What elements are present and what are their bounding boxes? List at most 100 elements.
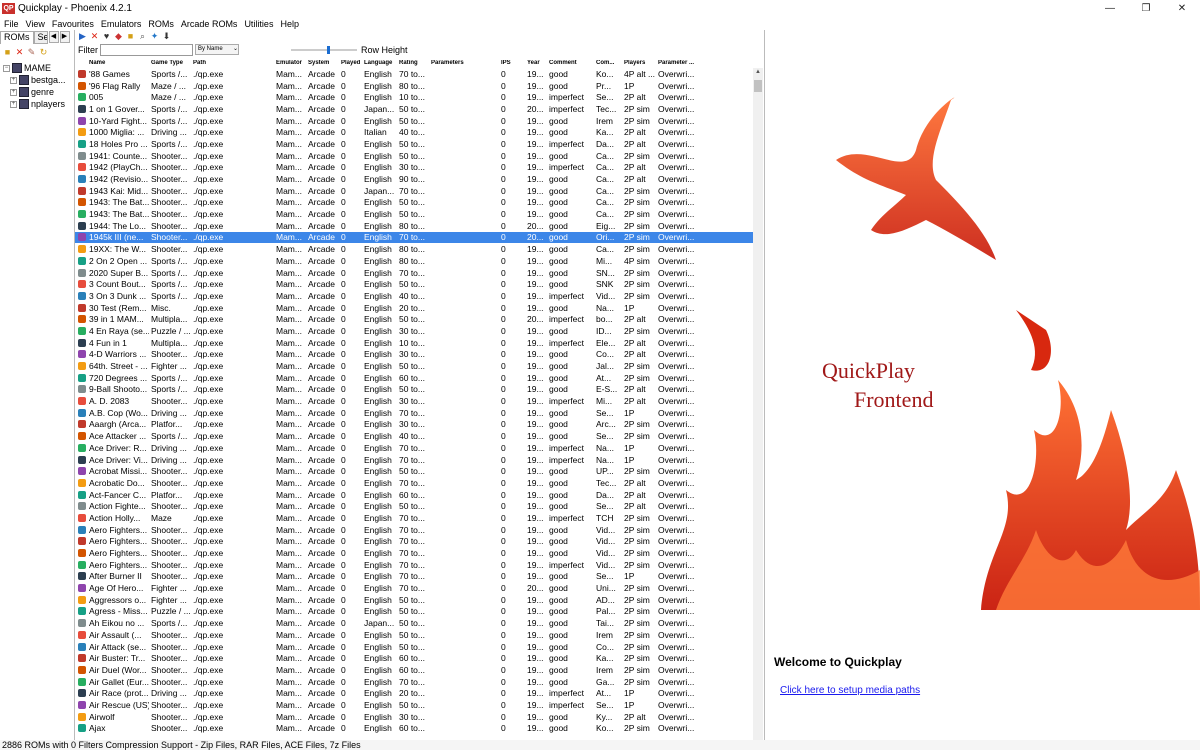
table-row[interactable]: 1943: The Bat... Shooter... ./qp.exe Mam...…	[75, 208, 755, 220]
table-row[interactable]: 18 Holes Pro ... Sports /... ./qp.exe Mam..…	[75, 138, 755, 150]
table-row-selected[interactable]: 1945k III (ne... Shooter... ./qp.exe Mam...…	[75, 231, 755, 244]
scroll-thumb[interactable]	[754, 80, 762, 92]
table-row[interactable]: 4 Fun in 1 Multipla... ./qp.exe Mam... Arcad…	[75, 337, 755, 349]
table-row[interactable]: Acrobatic Do... Shooter... ./qp.exe Mam... A…	[75, 477, 755, 489]
column-header[interactable]: Name	[87, 60, 149, 66]
table-row[interactable]: Age Of Hero... Fighter ... ./qp.exe Mam... A…	[75, 582, 755, 594]
column-header[interactable]: Year	[525, 60, 547, 66]
menu-favourites[interactable]: Favourites	[49, 19, 97, 29]
table-row[interactable]: Action Holly... Maze ./qp.exe Mam... Arcade 0…	[75, 512, 755, 524]
column-header[interactable]: Game Type	[149, 60, 191, 66]
delete-icon[interactable]: ✕	[15, 47, 24, 57]
column-header[interactable]: Parameter ...	[656, 60, 702, 66]
stop-icon[interactable]: ✕	[90, 31, 99, 41]
tab-scroll-right-icon[interactable]: ▶	[59, 31, 70, 43]
table-row[interactable]: Air Gallet (Eur... Shooter... ./qp.exe Mam.…	[75, 676, 755, 688]
expander-icon[interactable]: +	[10, 88, 17, 96]
table-row[interactable]: 9-Ball Shooto... Sports /... ./qp.exe Mam..…	[75, 384, 755, 396]
table-row[interactable]: 1 on 1 Gover... Sports /... ./qp.exe Mam...…	[75, 103, 755, 115]
table-row[interactable]: Air Rescue (US) Shooter... ./qp.exe Mam... A…	[75, 699, 755, 711]
table-row[interactable]: 1942 (PlayCh... Shooter... ./qp.exe Mam... A…	[75, 162, 755, 174]
play-icon[interactable]: ▶	[78, 31, 87, 41]
table-row[interactable]: Ace Attacker ... Sports /... ./qp.exe Mam..…	[75, 430, 755, 442]
row-height-slider[interactable]	[291, 45, 357, 54]
table-row[interactable]: 3 On 3 Dunk ... Sports /... ./qp.exe Mam...…	[75, 290, 755, 302]
menu-roms[interactable]: ROMs	[145, 19, 177, 29]
table-row[interactable]: 4-D Warriors ... Shooter... ./qp.exe Mam...…	[75, 349, 755, 361]
table-row[interactable]: 2 On 2 Open ... Sports /... ./qp.exe Mam...…	[75, 255, 755, 267]
column-header[interactable]: Players	[622, 60, 656, 66]
column-header[interactable]: Parameters	[429, 60, 499, 66]
table-row[interactable]: Ace Driver: Vi... Driving ... ./qp.exe Mam.…	[75, 454, 755, 466]
table-row[interactable]: Air Race (prot... Driving ... ./qp.exe Mam.…	[75, 687, 755, 699]
table-row[interactable]: 64th. Street - ... Fighter ... ./qp.exe Mam…	[75, 360, 755, 372]
table-row[interactable]: Airwolf Shooter... ./qp.exe Mam... Arcade 0 En…	[75, 711, 755, 723]
menu-utilities[interactable]: Utilities	[241, 19, 276, 29]
column-header[interactable]: Com...	[594, 60, 622, 66]
sort-select[interactable]: By Name ⌄	[195, 44, 239, 55]
scroll-up-icon[interactable]: ▲	[753, 68, 763, 77]
bird-icon[interactable]: ✦	[150, 31, 159, 41]
table-row[interactable]: Aero Fighters... Shooter... ./qp.exe Mam...…	[75, 536, 755, 548]
table-row[interactable]: 2020 Super B... Sports /... ./qp.exe Mam...…	[75, 267, 755, 279]
table-row[interactable]: A.B. Cop (Wo... Driving ... ./qp.exe Mam...…	[75, 407, 755, 419]
menu-help[interactable]: Help	[277, 19, 302, 29]
table-row[interactable]: Aero Fighters... Shooter... ./qp.exe Mam...…	[75, 547, 755, 559]
table-row[interactable]: Acrobat Missi... Shooter... ./qp.exe Mam...…	[75, 465, 755, 477]
table-row[interactable]: Aero Fighters... Shooter... ./qp.exe Mam...…	[75, 559, 755, 571]
table-row[interactable]: Aggressors o... Fighter ... ./qp.exe Mam...…	[75, 594, 755, 606]
table-row[interactable]: '88 Games Sports /... ./qp.exe Mam... Arcade…	[75, 68, 755, 80]
tree-node[interactable]: + bestga...	[0, 74, 74, 86]
vertical-scrollbar[interactable]: ▲	[753, 68, 763, 740]
column-header[interactable]: Language	[362, 60, 397, 66]
column-header[interactable]: Comment	[547, 60, 594, 66]
expander-icon[interactable]: +	[10, 76, 17, 84]
table-row[interactable]: Air Assault (... Shooter... ./qp.exe Mam...…	[75, 629, 755, 641]
table-row[interactable]: 3 Count Bout... Sports /... ./qp.exe Mam...…	[75, 278, 755, 290]
edit-icon[interactable]: ✎	[27, 47, 36, 57]
table-row[interactable]: Air Attack (se... Shooter... ./qp.exe Mam..…	[75, 641, 755, 653]
column-header[interactable]: Rating	[397, 60, 429, 66]
table-row[interactable]: After Burner II Shooter... ./qp.exe Mam... A…	[75, 571, 755, 583]
table-row[interactable]: Act-Fancer C... Platfor... ./qp.exe Mam... A…	[75, 489, 755, 501]
column-header[interactable]: Path	[191, 60, 274, 66]
menu-file[interactable]: File	[1, 19, 22, 29]
favourite-icon[interactable]: ♥	[102, 31, 111, 41]
shield-icon[interactable]: ◆	[114, 31, 123, 41]
table-row[interactable]: 1942 (Revisio... Shooter... ./qp.exe Mam...…	[75, 173, 755, 185]
open-folder-icon[interactable]: ■	[3, 47, 12, 57]
close-button[interactable]: ✕	[1164, 0, 1200, 17]
tab-roms[interactable]: ROMs	[0, 30, 34, 44]
expander-icon[interactable]: −	[3, 64, 10, 72]
download-icon[interactable]: ⬇	[162, 31, 171, 41]
search-icon[interactable]: ⌕	[138, 31, 147, 41]
menu-emulators[interactable]: Emulators	[98, 19, 145, 29]
column-header[interactable]: IPS	[499, 60, 525, 66]
tree-node[interactable]: + genre	[0, 86, 74, 98]
table-row[interactable]: Action Fighte... Shooter... ./qp.exe Mam...…	[75, 500, 755, 512]
folder-icon[interactable]: ■	[126, 31, 135, 41]
table-row[interactable]: 10-Yard Fight... Sports /... ./qp.exe Mam..…	[75, 115, 755, 127]
table-row[interactable]: 19XX: The W... Shooter... ./qp.exe Mam... Ar…	[75, 243, 755, 255]
table-row[interactable]: 1943: The Bat... Shooter... ./qp.exe Mam...…	[75, 197, 755, 209]
maximize-button[interactable]: ❐	[1128, 0, 1164, 17]
menu-arcade-roms[interactable]: Arcade ROMs	[178, 19, 241, 29]
table-row[interactable]: 1941: Counte... Shooter... ./qp.exe Mam... A…	[75, 150, 755, 162]
table-row[interactable]: Aero Fighters... Shooter... ./qp.exe Mam...…	[75, 524, 755, 536]
setup-media-link[interactable]: Click here to setup media paths	[780, 685, 920, 696]
table-row[interactable]: 30 Test (Rem... Misc. ./qp.exe Mam... Arcade…	[75, 302, 755, 314]
table-row[interactable]: 39 in 1 MAM... Multipla... ./qp.exe Mam... A…	[75, 313, 755, 325]
minimize-button[interactable]: —	[1092, 0, 1128, 17]
tab-scroll-left-icon[interactable]: ◀	[48, 31, 59, 43]
table-row[interactable]: A. D. 2083 Shooter... ./qp.exe Mam... Arcade…	[75, 395, 755, 407]
table-row[interactable]: Ah Eikou no ... Sports /... ./qp.exe Mam...…	[75, 617, 755, 629]
table-row[interactable]: 4 En Raya (se... Puzzle / ... ./qp.exe Mam.…	[75, 325, 755, 337]
table-row[interactable]: Agress - Miss... Puzzle / ... ./qp.exe Mam.…	[75, 606, 755, 618]
tree-node[interactable]: + nplayers	[0, 98, 74, 110]
table-row[interactable]: 1943 Kai: Mid... Shooter... ./qp.exe Mam...…	[75, 185, 755, 197]
menu-view[interactable]: View	[23, 19, 48, 29]
table-row[interactable]: Ace Driver: R... Driving ... ./qp.exe Mam..…	[75, 442, 755, 454]
table-row[interactable]: 1944: The Lo... Shooter... ./qp.exe Mam... A…	[75, 220, 755, 232]
table-row[interactable]: Ajax Shooter... ./qp.exe Mam... Arcade 0 Engli…	[75, 723, 755, 735]
table-row[interactable]: 720 Degrees ... Sports /... ./qp.exe Mam...…	[75, 372, 755, 384]
